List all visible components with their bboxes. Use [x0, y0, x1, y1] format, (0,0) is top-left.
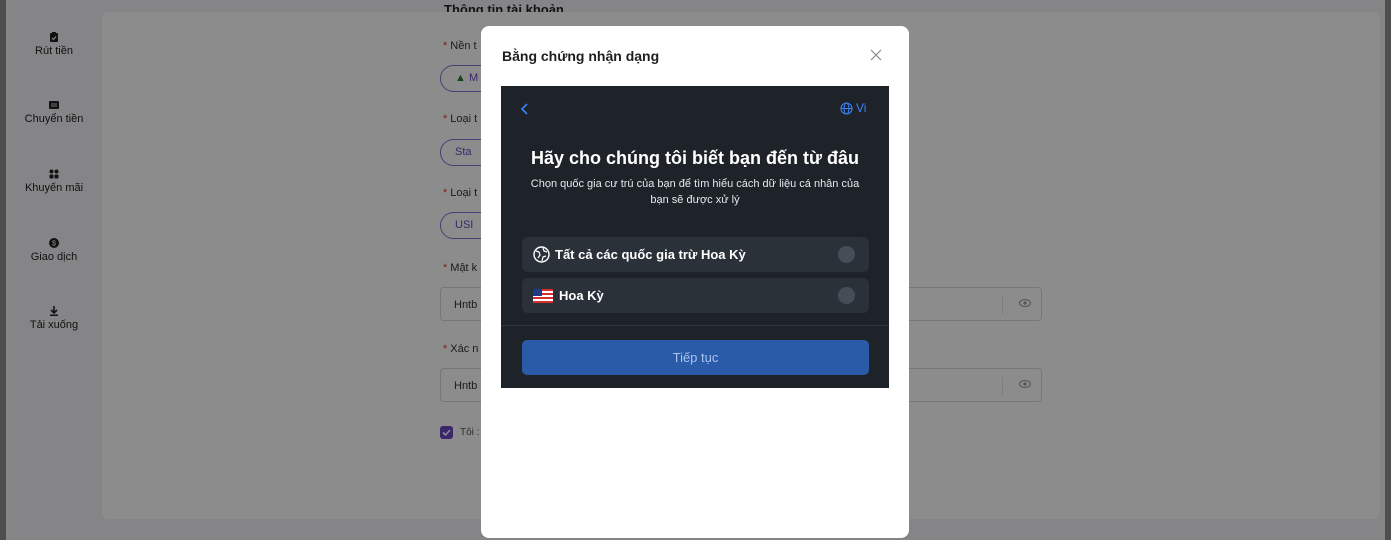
radio-button[interactable]	[838, 246, 855, 263]
frame-heading: Hãy cho chúng tôi biết bạn đến từ đâu	[530, 148, 860, 168]
option-us[interactable]: Hoa Kỳ	[522, 278, 869, 313]
globe-icon	[533, 246, 550, 263]
us-flag-icon	[533, 289, 553, 303]
globe-lang-icon	[840, 101, 853, 115]
modal-title: Bằng chứng nhận dạng	[502, 48, 660, 64]
option-all-except-us[interactable]: Tất cả các quốc gia trừ Hoa Kỳ	[522, 237, 869, 272]
country-selection-frame: Vi Hãy cho chúng tôi biết bạn đến từ đâu…	[501, 86, 889, 388]
back-arrow-icon[interactable]	[519, 102, 531, 116]
option-label: Tất cả các quốc gia trừ Hoa Kỳ	[555, 247, 746, 262]
language-button[interactable]: Vi	[840, 101, 866, 115]
language-label: Vi	[856, 101, 867, 115]
continue-button[interactable]: Tiếp tục	[522, 340, 869, 375]
identity-proof-modal: Bằng chứng nhận dạng Vi Hãy cho chúng tô…	[481, 26, 909, 538]
frame-subheading: Chọn quốc gia cư trú của bạn để tìm hiểu…	[530, 178, 860, 206]
divider	[501, 325, 889, 326]
close-icon[interactable]	[869, 48, 883, 62]
option-label: Hoa Kỳ	[559, 288, 604, 303]
radio-button[interactable]	[838, 287, 855, 304]
